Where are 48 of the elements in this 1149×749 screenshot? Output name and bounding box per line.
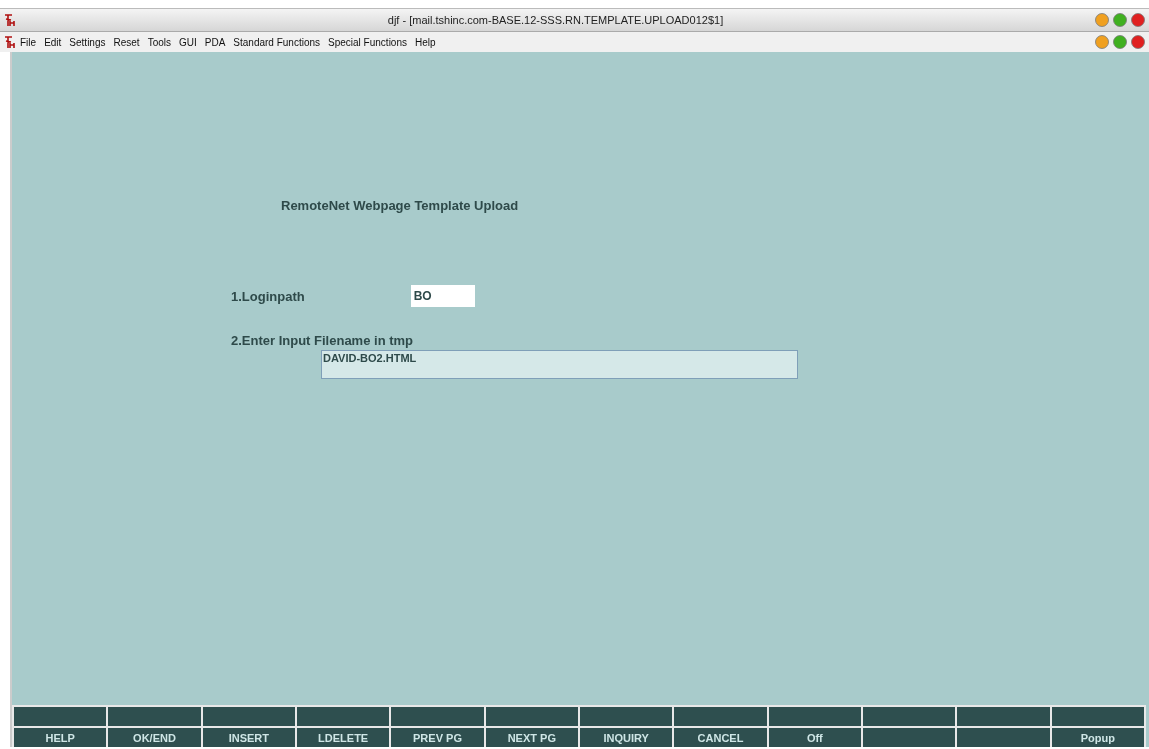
function-key[interactable] (485, 707, 578, 726)
window-control-icon[interactable] (1095, 35, 1109, 49)
function-key[interactable] (202, 707, 295, 726)
menu-item[interactable]: Standard Functions (229, 36, 325, 48)
field-label: 2.Enter Input Filename in tmp (231, 333, 415, 348)
menu-item[interactable]: Special Functions (324, 36, 411, 48)
function-key[interactable]: OK/END (108, 728, 201, 747)
function-key[interactable] (1051, 707, 1144, 726)
input-field[interactable]: BO (410, 285, 475, 307)
function-key[interactable]: LDELETE (297, 728, 390, 747)
menu-item[interactable]: PDA (200, 36, 230, 48)
function-key[interactable] (14, 707, 107, 726)
menu-item[interactable]: Edit (40, 36, 66, 48)
function-key[interactable] (108, 707, 201, 726)
form-title: RemoteNet Webpage Template Upload (281, 198, 520, 213)
function-key[interactable] (580, 707, 673, 726)
function-key[interactable]: INSERT (202, 728, 295, 747)
function-key[interactable]: HELP (14, 728, 107, 747)
field-label: 1.Loginpath (231, 288, 305, 304)
function-key[interactable] (957, 728, 1050, 747)
app-logo-icon (4, 13, 16, 27)
window-control-icon[interactable] (1113, 35, 1127, 49)
menu-item[interactable]: Tools (143, 36, 175, 48)
function-key[interactable] (957, 707, 1050, 726)
function-key[interactable] (297, 707, 390, 726)
menu-item[interactable]: File (16, 36, 41, 48)
function-key[interactable]: CANCEL (674, 728, 767, 747)
menu-item[interactable]: Reset (109, 36, 144, 48)
window-control-icon[interactable] (1095, 13, 1109, 27)
function-key[interactable]: Popup (1051, 728, 1144, 747)
menu-item[interactable]: Help (411, 36, 440, 48)
function-key[interactable]: Off (768, 728, 861, 747)
function-key[interactable]: NEXT PG (485, 728, 578, 747)
window-title: djf - [mail.tshinc.com-BASE.12-SSS.RN.TEMPLATE.UPLOAD012$1] (386, 14, 725, 26)
menu-item[interactable]: GUI (175, 36, 201, 48)
function-key[interactable] (768, 707, 861, 726)
function-key[interactable] (391, 707, 484, 726)
function-key[interactable]: PREV PG (391, 728, 484, 747)
function-key[interactable]: INQUIRY (580, 728, 673, 747)
window-control-icon[interactable] (1131, 13, 1145, 27)
function-key[interactable] (863, 728, 956, 747)
function-key[interactable] (863, 707, 956, 726)
function-key[interactable] (674, 707, 767, 726)
input-field[interactable]: DAVID-BO2.HTML (321, 350, 798, 379)
app-logo-icon (4, 35, 16, 49)
window-control-icon[interactable] (1113, 13, 1127, 27)
window-control-icon[interactable] (1131, 35, 1145, 49)
menu-item[interactable]: Settings (65, 36, 110, 48)
